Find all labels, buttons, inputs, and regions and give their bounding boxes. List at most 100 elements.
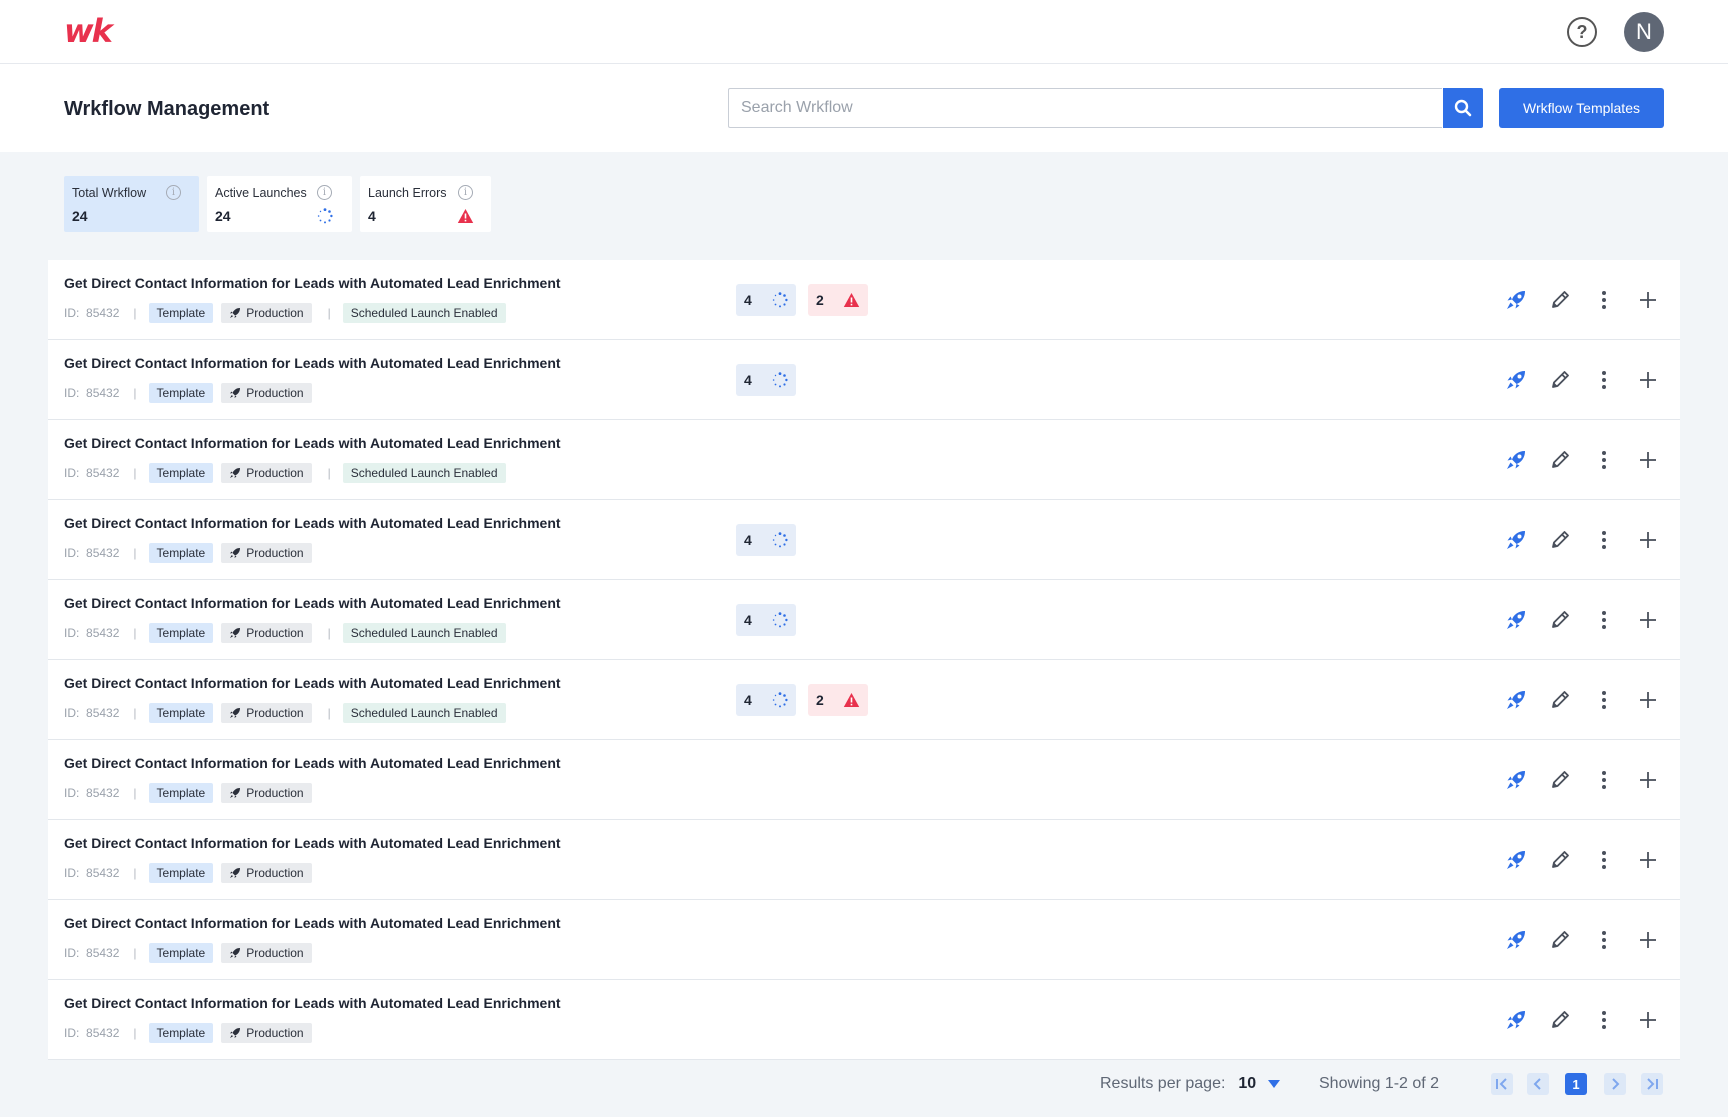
launch-button[interactable]: [1494, 1002, 1538, 1038]
add-button[interactable]: [1626, 762, 1670, 798]
edit-button[interactable]: [1538, 442, 1582, 478]
workflow-title[interactable]: Get Direct Contact Information for Leads…: [64, 835, 561, 851]
stat-launch-errors[interactable]: Launch Errors 4 i: [360, 176, 491, 232]
rocket-icon: [1507, 531, 1525, 549]
workflow-title[interactable]: Get Direct Contact Information for Leads…: [64, 275, 561, 291]
wrkflow-templates-button[interactable]: Wrkflow Templates: [1499, 88, 1664, 128]
table-row[interactable]: Get Direct Contact Information for Leads…: [48, 580, 1680, 660]
workflow-title[interactable]: Get Direct Contact Information for Leads…: [64, 755, 561, 771]
more-options-button[interactable]: [1582, 922, 1626, 958]
more-options-button[interactable]: [1582, 602, 1626, 638]
workflow-title[interactable]: Get Direct Contact Information for Leads…: [64, 595, 561, 611]
kebab-menu-icon: [1602, 611, 1606, 629]
add-button[interactable]: [1626, 842, 1670, 878]
launch-button[interactable]: [1494, 522, 1538, 558]
last-page-button[interactable]: [1641, 1073, 1663, 1095]
edit-button[interactable]: [1538, 362, 1582, 398]
production-tag-label: Production: [246, 626, 304, 640]
table-row[interactable]: Get Direct Contact Information for Leads…: [48, 740, 1680, 820]
more-options-button[interactable]: [1582, 522, 1626, 558]
production-tag-label: Production: [246, 946, 304, 960]
edit-button[interactable]: [1538, 682, 1582, 718]
table-row[interactable]: Get Direct Contact Information for Leads…: [48, 660, 1680, 740]
brand-logo[interactable]: wk: [64, 12, 113, 50]
next-page-button[interactable]: [1604, 1073, 1626, 1095]
edit-button[interactable]: [1538, 1002, 1582, 1038]
table-row[interactable]: Get Direct Contact Information for Leads…: [48, 420, 1680, 500]
info-icon[interactable]: i: [317, 185, 332, 200]
more-options-button[interactable]: [1582, 1002, 1626, 1038]
page-button-current[interactable]: 1: [1565, 1073, 1587, 1095]
active-launches-chip[interactable]: 4: [736, 604, 796, 636]
launch-button[interactable]: [1494, 762, 1538, 798]
edit-button[interactable]: [1538, 282, 1582, 318]
launch-errors-chip[interactable]: 2: [808, 684, 868, 716]
launch-button[interactable]: [1494, 362, 1538, 398]
launch-button[interactable]: [1494, 602, 1538, 638]
edit-button[interactable]: [1538, 842, 1582, 878]
more-options-button[interactable]: [1582, 362, 1626, 398]
add-button[interactable]: [1626, 682, 1670, 718]
search-input[interactable]: [729, 89, 1442, 127]
more-options-button[interactable]: [1582, 762, 1626, 798]
meta-separator: |: [133, 706, 137, 720]
table-row[interactable]: Get Direct Contact Information for Leads…: [48, 500, 1680, 580]
edit-button[interactable]: [1538, 522, 1582, 558]
search-icon: [1454, 99, 1472, 117]
info-icon[interactable]: i: [166, 185, 181, 200]
table-row[interactable]: Get Direct Contact Information for Leads…: [48, 260, 1680, 340]
table-row[interactable]: Get Direct Contact Information for Leads…: [48, 980, 1680, 1060]
info-icon[interactable]: i: [458, 185, 473, 200]
launch-status-chips: 42: [736, 684, 880, 716]
caret-down-icon[interactable]: [1268, 1080, 1281, 1088]
more-options-button[interactable]: [1582, 442, 1626, 478]
previous-page-button[interactable]: [1527, 1073, 1549, 1095]
active-launches-chip[interactable]: 4: [736, 364, 796, 396]
active-launches-count: 4: [744, 372, 752, 388]
table-row[interactable]: Get Direct Contact Information for Leads…: [48, 820, 1680, 900]
add-button[interactable]: [1626, 1002, 1670, 1038]
launch-errors-chip[interactable]: 2: [808, 284, 868, 316]
edit-button[interactable]: [1538, 602, 1582, 638]
active-launches-chip[interactable]: 4: [736, 284, 796, 316]
table-row[interactable]: Get Direct Contact Information for Leads…: [48, 340, 1680, 420]
add-button[interactable]: [1626, 282, 1670, 318]
plus-icon: [1640, 692, 1656, 708]
add-button[interactable]: [1626, 442, 1670, 478]
workflow-title[interactable]: Get Direct Contact Information for Leads…: [64, 515, 561, 531]
row-actions: [1494, 282, 1670, 318]
search-button[interactable]: [1443, 88, 1483, 128]
more-options-button[interactable]: [1582, 682, 1626, 718]
table-row[interactable]: Get Direct Contact Information for Leads…: [48, 900, 1680, 980]
pencil-icon: [1552, 371, 1569, 388]
launch-button[interactable]: [1494, 442, 1538, 478]
avatar[interactable]: N: [1624, 12, 1664, 52]
workflow-title[interactable]: Get Direct Contact Information for Leads…: [64, 995, 561, 1011]
template-tag: Template: [148, 543, 214, 563]
active-launches-chip[interactable]: 4: [736, 524, 796, 556]
launch-button[interactable]: [1494, 282, 1538, 318]
more-options-button[interactable]: [1582, 842, 1626, 878]
edit-button[interactable]: [1538, 922, 1582, 958]
add-button[interactable]: [1626, 602, 1670, 638]
workflow-title[interactable]: Get Direct Contact Information for Leads…: [64, 435, 561, 451]
stat-total-wrkflow[interactable]: Total Wrkflow 24 i: [64, 176, 199, 232]
workflow-title[interactable]: Get Direct Contact Information for Leads…: [64, 355, 561, 371]
more-options-button[interactable]: [1582, 282, 1626, 318]
production-tag-label: Production: [246, 786, 304, 800]
active-launches-chip[interactable]: 4: [736, 684, 796, 716]
help-icon[interactable]: ?: [1567, 17, 1597, 47]
plus-icon: [1640, 932, 1656, 948]
launch-button[interactable]: [1494, 682, 1538, 718]
workflow-title[interactable]: Get Direct Contact Information for Leads…: [64, 915, 561, 931]
add-button[interactable]: [1626, 922, 1670, 958]
first-page-button[interactable]: [1491, 1073, 1513, 1095]
edit-button[interactable]: [1538, 762, 1582, 798]
stat-active-launches[interactable]: Active Launches 24 i: [207, 176, 352, 232]
launch-button[interactable]: [1494, 922, 1538, 958]
workflow-title[interactable]: Get Direct Contact Information for Leads…: [64, 675, 561, 691]
add-button[interactable]: [1626, 362, 1670, 398]
results-per-page-select[interactable]: 10: [1238, 1075, 1256, 1093]
launch-button[interactable]: [1494, 842, 1538, 878]
add-button[interactable]: [1626, 522, 1670, 558]
